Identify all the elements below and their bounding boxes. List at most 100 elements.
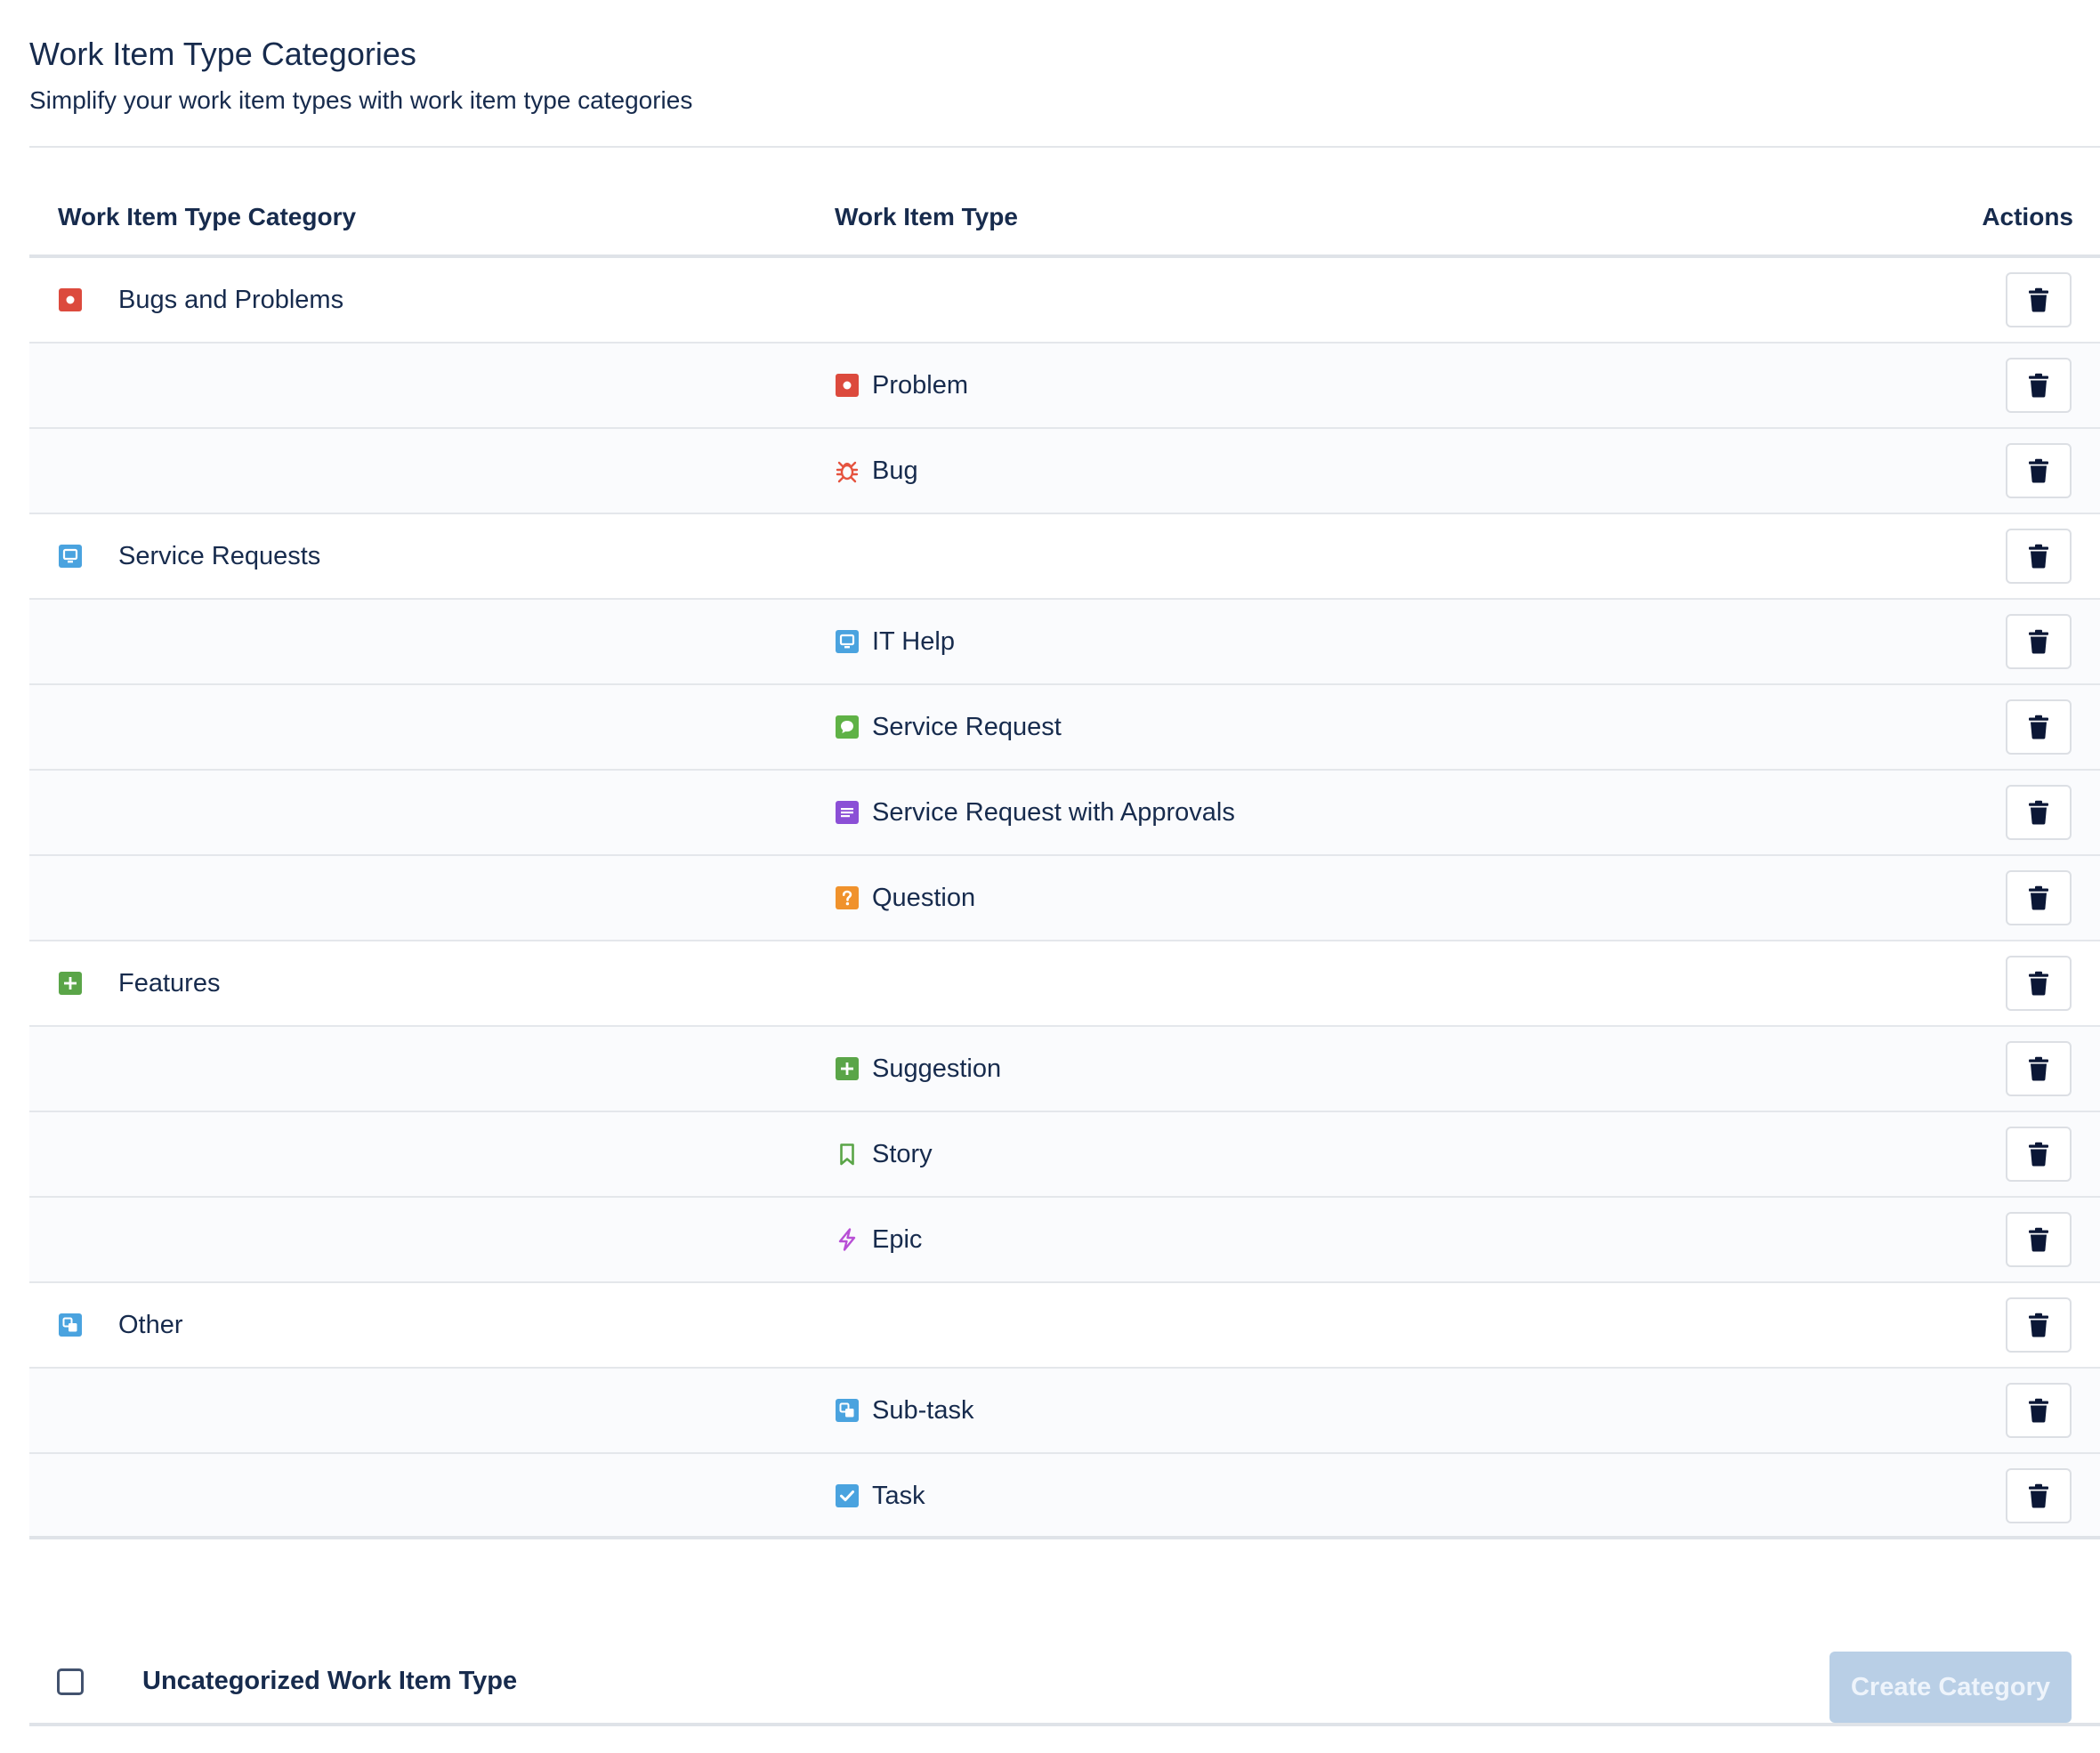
category-row: Bugs and Problems — [29, 258, 2100, 343]
trash-icon — [2028, 1056, 2049, 1081]
category-row: Other — [29, 1283, 2100, 1369]
delete-button[interactable] — [2006, 1212, 2072, 1267]
work-item-type-label: Suggestion — [872, 1054, 1002, 1083]
categories-table: Work Item Type Category Work Item Type A… — [29, 174, 2100, 1539]
delete-button[interactable] — [2006, 699, 2072, 755]
column-header-type: Work Item Type — [835, 203, 1018, 230]
delete-button[interactable] — [2006, 1383, 2072, 1438]
delete-button[interactable] — [2006, 1468, 2072, 1523]
trash-icon — [2028, 373, 2049, 398]
work-item-type-label: Bug — [872, 456, 918, 485]
category-label: Bugs and Problems — [118, 286, 344, 314]
category-label: Service Requests — [118, 542, 321, 570]
problem-icon — [58, 287, 83, 312]
work-item-type-row: Problem — [29, 343, 2100, 429]
trash-icon — [2028, 715, 2049, 739]
trash-icon — [2028, 800, 2049, 825]
category-cell: Other — [58, 1283, 183, 1367]
work-item-type-label: IT Help — [872, 627, 955, 656]
work-item-type-row: Service Request — [29, 685, 2100, 771]
work-item-type-row: Sub-task — [29, 1369, 2100, 1454]
trash-icon — [2028, 1227, 2049, 1252]
work-item-type-row: IT Help — [29, 600, 2100, 685]
delete-button[interactable] — [2006, 1041, 2072, 1096]
lightning-icon — [835, 1227, 860, 1252]
delete-button[interactable] — [2006, 443, 2072, 498]
work-item-type-row: Story — [29, 1112, 2100, 1198]
category-label: Features — [118, 969, 221, 998]
work-item-type-label: Sub-task — [872, 1396, 974, 1425]
question-icon — [835, 885, 860, 910]
category-row: Service Requests — [29, 514, 2100, 600]
work-item-type-cell: IT Help — [835, 600, 955, 683]
plus-icon — [835, 1056, 860, 1081]
work-item-type-row: Task — [29, 1454, 2100, 1539]
trash-icon — [2028, 629, 2049, 654]
category-label: Other — [118, 1311, 183, 1339]
delete-button[interactable] — [2006, 785, 2072, 840]
work-item-type-cell: Suggestion — [835, 1027, 1001, 1111]
trash-icon — [2028, 885, 2049, 910]
work-item-type-row: Service Request with Approvals — [29, 771, 2100, 856]
subtask-icon — [58, 1313, 83, 1337]
work-item-type-label: Epic — [872, 1225, 923, 1254]
work-item-type-cell: Story — [835, 1112, 933, 1196]
trash-icon — [2028, 458, 2049, 483]
work-item-type-label: Service Request — [872, 713, 1062, 741]
delete-button[interactable] — [2006, 529, 2072, 584]
trash-icon — [2028, 1142, 2049, 1167]
delete-button[interactable] — [2006, 1297, 2072, 1353]
page-subtitle: Simplify your work item types with work … — [29, 86, 693, 114]
document-lines-icon — [835, 800, 860, 825]
work-item-type-cell: Service Request — [835, 685, 1062, 769]
trash-icon — [2028, 1483, 2049, 1508]
work-item-type-cell: Question — [835, 856, 975, 940]
table-body: Bugs and Problems Problem Bug Service Reque… — [29, 258, 2100, 1539]
category-cell: Bugs and Problems — [58, 258, 343, 342]
subtask-icon — [835, 1398, 860, 1423]
work-item-type-cell: Task — [835, 1454, 925, 1538]
work-item-type-label: Problem — [872, 371, 968, 400]
table-header: Work Item Type Category Work Item Type A… — [29, 174, 2100, 258]
work-item-type-cell: Service Request with Approvals — [835, 771, 1235, 854]
create-category-button[interactable]: Create Category — [1829, 1652, 2072, 1723]
monitor-icon — [58, 544, 83, 569]
work-item-type-label: Service Request with Approvals — [872, 798, 1235, 827]
page-title: Work Item Type Categories — [29, 36, 416, 72]
trash-icon — [2028, 287, 2049, 312]
work-item-type-categories-page: Work Item Type Categories Simplify your … — [0, 0, 2100, 1753]
trash-icon — [2028, 1398, 2049, 1423]
monitor-icon — [835, 629, 860, 654]
delete-button[interactable] — [2006, 614, 2072, 669]
work-item-type-cell: Sub-task — [835, 1369, 973, 1452]
plus-icon — [58, 971, 83, 996]
column-header-category: Work Item Type Category — [58, 203, 357, 230]
header-divider — [29, 146, 2100, 148]
category-cell: Features — [58, 941, 220, 1025]
uncategorized-checkbox[interactable] — [57, 1668, 84, 1695]
work-item-type-row: Epic — [29, 1198, 2100, 1283]
delete-button[interactable] — [2006, 358, 2072, 413]
bug-icon — [835, 458, 860, 483]
chat-bubble-icon — [835, 715, 860, 739]
delete-button[interactable] — [2006, 272, 2072, 327]
work-item-type-label: Story — [872, 1140, 933, 1168]
trash-icon — [2028, 544, 2049, 569]
work-item-type-cell: Bug — [835, 429, 918, 513]
category-row: Features — [29, 941, 2100, 1027]
delete-button[interactable] — [2006, 956, 2072, 1011]
problem-icon — [835, 373, 860, 398]
checkbox-icon — [835, 1483, 860, 1508]
trash-icon — [2028, 1313, 2049, 1337]
work-item-type-cell: Epic — [835, 1198, 922, 1281]
work-item-type-row: Question — [29, 856, 2100, 941]
work-item-type-row: Bug — [29, 429, 2100, 514]
work-item-type-row: Suggestion — [29, 1027, 2100, 1112]
work-item-type-cell: Problem — [835, 343, 968, 427]
bookmark-icon — [835, 1142, 860, 1167]
trash-icon — [2028, 971, 2049, 996]
delete-button[interactable] — [2006, 870, 2072, 925]
column-header-actions: Actions — [1982, 203, 2073, 230]
delete-button[interactable] — [2006, 1127, 2072, 1182]
uncategorized-footer: Uncategorized Work Item Type Create Cate… — [29, 1637, 2100, 1726]
